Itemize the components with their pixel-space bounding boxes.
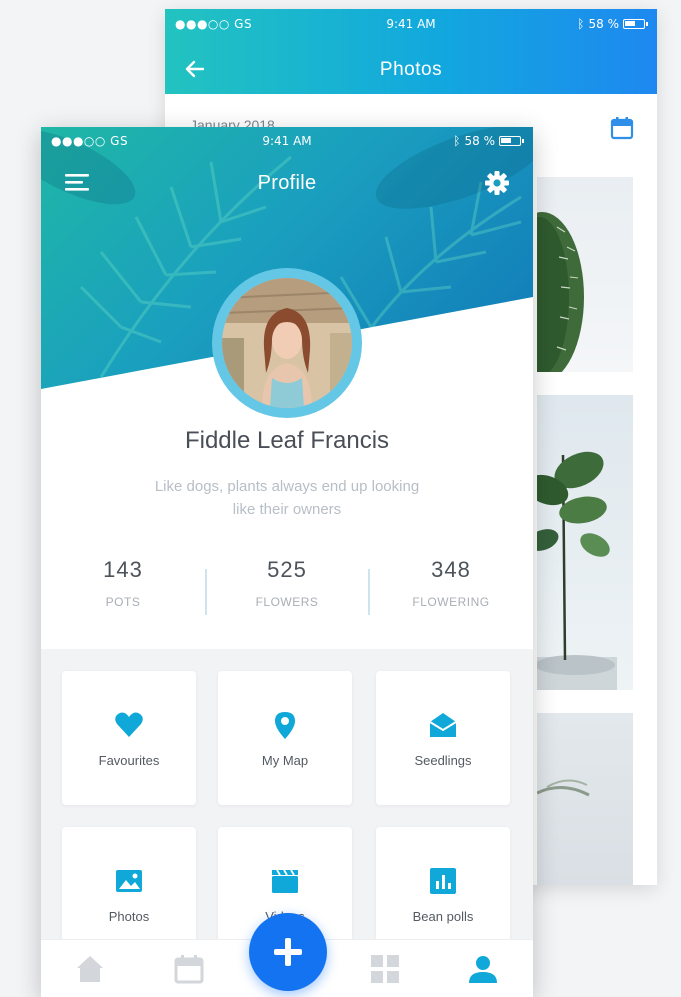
stat-label: FLOWERS (255, 595, 319, 609)
photo-thumbnail-fiddle-leaf[interactable] (537, 395, 633, 690)
calendar-icon[interactable] (172, 952, 206, 986)
image-icon (116, 870, 142, 892)
battery-percent: 58 % (464, 134, 496, 148)
tile-label: Favourites (98, 753, 160, 768)
heart-icon (115, 712, 143, 737)
bar-chart-icon (430, 868, 456, 894)
stat-value: 525 (267, 557, 307, 582)
stat-label: FLOWERING (412, 595, 490, 609)
gear-icon[interactable] (483, 169, 511, 197)
add-button[interactable] (249, 913, 327, 991)
map-pin-icon (275, 712, 295, 739)
status-bar: ●●●○○ GS 9:41 AM ᛒ 58 % (165, 17, 657, 33)
stat-flowering[interactable]: 348 FLOWERING (369, 557, 533, 609)
status-bar: ●●●○○ GS 9:41 AM ᛒ 58 % (41, 134, 533, 150)
battery-icon (499, 136, 524, 146)
tile-seedlings[interactable]: Seedlings (376, 671, 510, 805)
open-mail-icon (429, 713, 457, 737)
profile-screen: ●●●○○ GS 9:41 AM ᛒ 58 % Profile Fiddle L… (41, 127, 533, 997)
photo-thumbnail-plant[interactable] (537, 713, 633, 885)
stats-row: 143 POTS 525 FLOWERS 348 FLOWERING (41, 557, 533, 627)
clapperboard-icon (272, 869, 298, 893)
battery-percent: 58 % (588, 17, 620, 31)
photo-thumbnail-cactus[interactable] (537, 177, 633, 372)
avatar[interactable] (222, 278, 352, 408)
stat-flowers[interactable]: 525 FLOWERS (205, 557, 369, 609)
bluetooth-icon: ᛒ (577, 17, 585, 31)
stat-value: 348 (431, 557, 471, 582)
battery-status: ᛒ 58 % (453, 134, 524, 148)
photos-header: ●●●○○ GS 9:41 AM ᛒ 58 % Photos (165, 9, 657, 94)
calendar-icon[interactable] (609, 115, 635, 141)
profile-bio: Like dogs, plants always end up looking … (121, 475, 453, 521)
stat-value: 143 (103, 557, 143, 582)
tile-label: Bean polls (412, 909, 474, 924)
page-title: Profile (257, 172, 317, 194)
shortcut-grid: Favourites My Map Seedlings Photos Bean … (41, 649, 533, 961)
profile-name: Fiddle Leaf Francis (184, 427, 390, 454)
bio-line: like their owners (232, 501, 342, 518)
stat-pots[interactable]: 143 POTS (41, 557, 205, 609)
stat-label: POTS (105, 595, 141, 609)
bluetooth-icon: ᛒ (453, 134, 461, 148)
user-icon[interactable] (466, 952, 500, 986)
battery-icon (623, 19, 648, 29)
bio-line: Like dogs, plants always end up looking (154, 478, 420, 495)
battery-status: ᛒ 58 % (577, 17, 648, 31)
tile-label: My Map (261, 753, 309, 768)
tile-favourites[interactable]: Favourites (62, 671, 196, 805)
page-title: Photos (379, 59, 443, 80)
tile-my-map[interactable]: My Map (218, 671, 352, 805)
add-icon (274, 938, 302, 966)
tile-label: Seedlings (414, 753, 472, 768)
tile-label: Photos (108, 909, 150, 924)
grid-icon[interactable] (368, 952, 402, 986)
home-icon[interactable] (73, 952, 107, 986)
